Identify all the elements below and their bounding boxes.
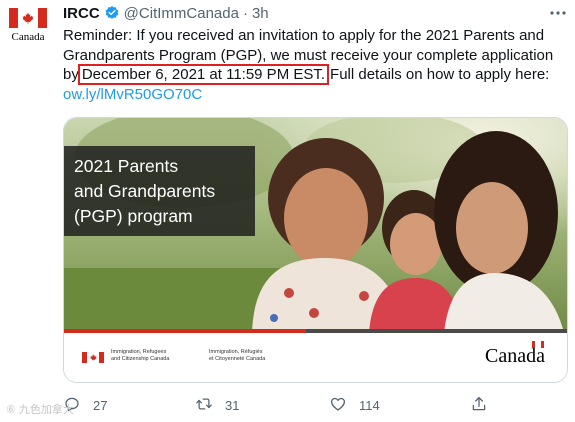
tweet-header: IRCC @CitImmCanada · 3h <box>63 4 269 22</box>
wordmark-flag-icon <box>532 341 544 348</box>
department-name-en-line2: and Citizenship Canada <box>111 355 170 362</box>
card-title-line: 2021 Parents <box>74 156 179 176</box>
card-title-box: 2021 Parents and Grandparents (PGP) prog… <box>64 146 255 236</box>
watermark: ⑥ 九色加拿大 <box>6 404 74 416</box>
avatar[interactable]: Canada <box>6 6 50 50</box>
tweet-text: Reminder: If you received an invitation … <box>63 26 563 104</box>
retweet-icon <box>195 395 213 416</box>
tweet-text-prefix: by <box>63 66 79 83</box>
tweet-link[interactable]: ow.ly/lMvR50GO70C <box>63 85 563 105</box>
card-title-line: (PGP) program <box>74 206 193 226</box>
media-card[interactable]: 2021 Parents and Grandparents (PGP) prog… <box>63 117 568 383</box>
deadline-highlight: December 6, 2021 at 11:59 PM EST. <box>77 64 330 85</box>
department-name-fr-line1: Immigration, Réfugiés <box>209 349 263 355</box>
department-name-fr: Immigration, Réfugiés et Citoyenneté Can… <box>209 349 297 362</box>
tweet-text-line: Grandparents Program (PGP), we must rece… <box>63 46 554 64</box>
department-name-en: Immigration, Refugees and Citizenship Ca… <box>111 349 203 362</box>
share-button[interactable] <box>470 395 488 416</box>
canada-wordmark: Canada <box>485 345 545 367</box>
tweet-text-suffix: Full details on how to apply here: <box>330 66 550 83</box>
card-footer: Immigration, Refugees and Citizenship Ca… <box>64 333 567 382</box>
tweet-actions: 27 31 114 <box>63 395 563 417</box>
tweet-text-line: by December 6, 2021 at 11:59 PM EST. Full … <box>63 64 563 85</box>
separator-dot: · <box>242 4 248 22</box>
canada-flag-icon <box>82 352 104 363</box>
department-name-en-line1: Immigration, Refugees <box>111 349 167 355</box>
like-count: 114 <box>359 398 380 413</box>
more-options-icon[interactable] <box>547 4 569 22</box>
retweet-button[interactable]: 31 <box>195 395 239 416</box>
timestamp[interactable]: 3h <box>252 5 269 22</box>
card-title-line: and Grandparents <box>74 181 216 201</box>
display-name[interactable]: IRCC <box>63 5 100 22</box>
canada-flag-icon <box>9 8 47 28</box>
verified-badge-icon <box>104 5 120 21</box>
retweet-count: 31 <box>225 398 240 413</box>
avatar-wordmark: Canada <box>11 31 45 43</box>
reply-count: 27 <box>93 398 108 413</box>
government-signature: Immigration, Refugees and Citizenship Ca… <box>82 349 297 363</box>
heart-icon <box>329 395 347 416</box>
share-icon <box>470 395 488 416</box>
handle[interactable]: @CitImmCanada <box>124 5 239 22</box>
department-name-fr-line2: et Citoyenneté Canada <box>209 355 266 362</box>
like-button[interactable]: 114 <box>329 395 380 416</box>
tweet-text-line: Reminder: If you received an invitation … <box>63 27 545 44</box>
